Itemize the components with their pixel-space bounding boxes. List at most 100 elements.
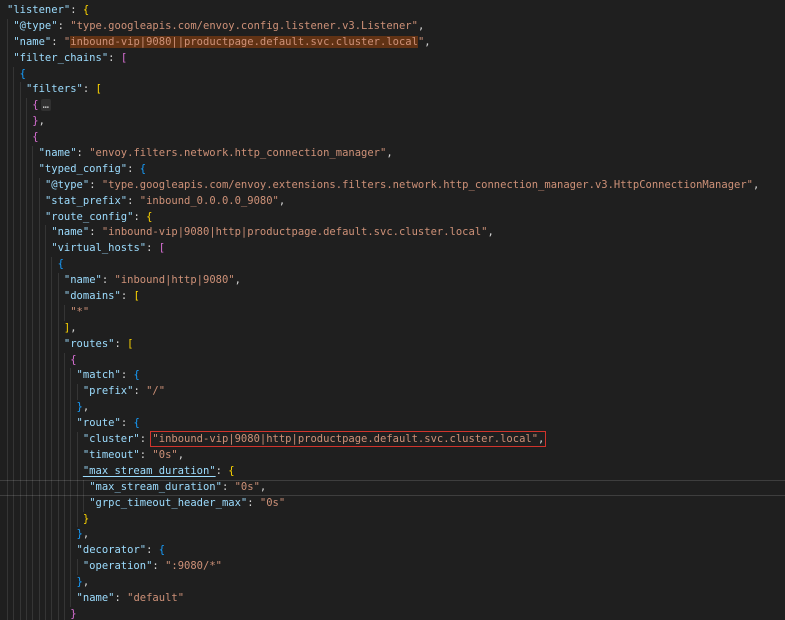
code-line[interactable]: },: [0, 400, 785, 417]
code-token: :: [146, 242, 159, 255]
code-line[interactable]: {: [0, 66, 785, 83]
code-line[interactable]: "prefix": "/": [0, 384, 785, 401]
code-token: "name": [51, 226, 90, 239]
indentation: [7, 322, 64, 334]
code-line[interactable]: "name": "inbound-vip|9080|http|productpa…: [0, 225, 785, 242]
indentation: [7, 115, 32, 127]
code-token: "type.googleapis.com/envoy.config.listen…: [70, 19, 418, 32]
indentation: [7, 354, 70, 366]
code-line[interactable]: ],: [0, 320, 785, 337]
code-line[interactable]: "stat_prefix": "inbound_0.0.0.0_9080",: [0, 193, 785, 210]
indentation: [7, 497, 89, 509]
code-line[interactable]: "@type": "type.googleapis.com/envoy.conf…: [0, 18, 785, 35]
indentation: [7, 592, 77, 604]
code-token: :: [101, 274, 115, 287]
code-line[interactable]: },: [0, 575, 785, 591]
code-token: :: [127, 194, 140, 207]
code-line[interactable]: "listener": {: [0, 3, 785, 19]
code-token: :: [146, 544, 159, 557]
code-token: "envoy.filters.network.http_connection_m…: [89, 147, 387, 160]
code-line[interactable]: "timeout": "0s",: [0, 447, 785, 464]
code-token: :: [76, 147, 90, 160]
code-token: :: [139, 433, 153, 446]
code-token: "0s": [152, 448, 178, 461]
indentation: [7, 274, 64, 286]
indentation: [7, 417, 77, 429]
code-line[interactable]: "name": "inbound-vip|9080||productpage.d…: [0, 34, 785, 51]
code-token: ,: [82, 576, 90, 589]
code-line[interactable]: "domains": [: [0, 289, 785, 305]
code-token: :: [127, 162, 140, 175]
code-token: :: [120, 369, 134, 382]
code-line[interactable]: "cluster": "inbound-vip|9080|http|produc…: [0, 431, 785, 448]
code-token: ,: [82, 528, 90, 541]
code-token: "*": [70, 305, 90, 318]
code-line[interactable]: {: [0, 257, 785, 274]
code-line[interactable]: "name": "inbound|http|9080",: [0, 273, 785, 290]
code-line[interactable]: {: [0, 352, 785, 369]
code-token: {: [32, 131, 39, 144]
code-line[interactable]: "virtual_hosts": [: [0, 241, 785, 258]
code-line[interactable]: {…: [0, 98, 785, 115]
code-line[interactable]: "name": "envoy.filters.network.http_conn…: [0, 146, 785, 162]
code-token: "grpc_timeout_header_max": [89, 496, 248, 509]
code-token: ,: [38, 115, 45, 128]
indentation: [7, 401, 77, 413]
code-line[interactable]: "filter_chains": [: [0, 50, 785, 67]
code-token: }: [70, 607, 77, 620]
code-line[interactable]: "*": [0, 304, 785, 321]
code-line[interactable]: "max_stream_duration": {: [0, 463, 785, 480]
code-token: {: [133, 417, 140, 430]
indentation: [7, 195, 45, 207]
code-token: {: [133, 369, 140, 382]
code-token: :: [108, 51, 121, 64]
code-token: [: [158, 242, 166, 255]
code-token: "listener": [7, 4, 71, 16]
code-token: {: [228, 464, 235, 477]
code-line[interactable]: "match": {: [0, 368, 785, 385]
code-line[interactable]: }: [0, 606, 785, 620]
code-token: "typed_config": [38, 162, 128, 175]
code-token: "match": [76, 369, 121, 382]
code-token: :: [120, 290, 134, 303]
indentation: [7, 481, 89, 493]
code-line[interactable]: },: [0, 527, 785, 544]
code-line[interactable]: "routes": [: [0, 336, 785, 353]
indentation: [7, 433, 83, 445]
code-line[interactable]: "@type": "type.googleapis.com/envoy.exte…: [0, 177, 785, 194]
code-line[interactable]: },: [0, 114, 785, 131]
indentation: [7, 290, 64, 302]
code-token: "operation": [82, 560, 153, 573]
indentation: [7, 179, 45, 191]
code-token: ,: [278, 194, 286, 207]
code-line-current[interactable]: "max_stream_duration": "0s",: [0, 479, 785, 496]
code-token: "route_config": [44, 210, 134, 223]
code-line[interactable]: {: [0, 130, 785, 147]
folded-code-ellipsis[interactable]: …: [40, 99, 51, 112]
indentation: [7, 544, 77, 556]
code-token: "decorator": [76, 544, 147, 557]
code-line[interactable]: "grpc_timeout_header_max": "0s": [0, 495, 785, 512]
code-line[interactable]: "route": {: [0, 416, 785, 433]
code-token: ":9080/*": [165, 560, 222, 573]
code-token: "filter_chains": [13, 51, 109, 64]
code-line[interactable]: "route_config": {: [0, 209, 785, 226]
indentation: [7, 449, 83, 461]
code-token: "name": [76, 591, 115, 604]
code-token: "name": [13, 35, 52, 48]
code-line[interactable]: "decorator": {: [0, 543, 785, 560]
json-editor[interactable]: "listener": { "@type": "type.googleapis.…: [0, 0, 785, 620]
code-token: "@type": [44, 178, 90, 191]
code-line[interactable]: "typed_config": {: [0, 161, 785, 178]
code-token: "inbound|http|9080": [114, 274, 235, 287]
code-line[interactable]: "name": "default": [0, 590, 785, 607]
code-token: "@type": [13, 19, 58, 32]
code-token: {: [158, 544, 166, 557]
code-token: "filters": [25, 83, 83, 96]
code-line[interactable]: "filters": [: [0, 82, 785, 99]
code-line[interactable]: }: [0, 511, 785, 528]
code-token: :: [89, 226, 102, 239]
annotation-red-box: "inbound-vip|9080|http|productpage.defau…: [150, 431, 547, 448]
code-line[interactable]: "operation": ":9080/*": [0, 559, 785, 576]
code-token: {: [82, 4, 90, 16]
